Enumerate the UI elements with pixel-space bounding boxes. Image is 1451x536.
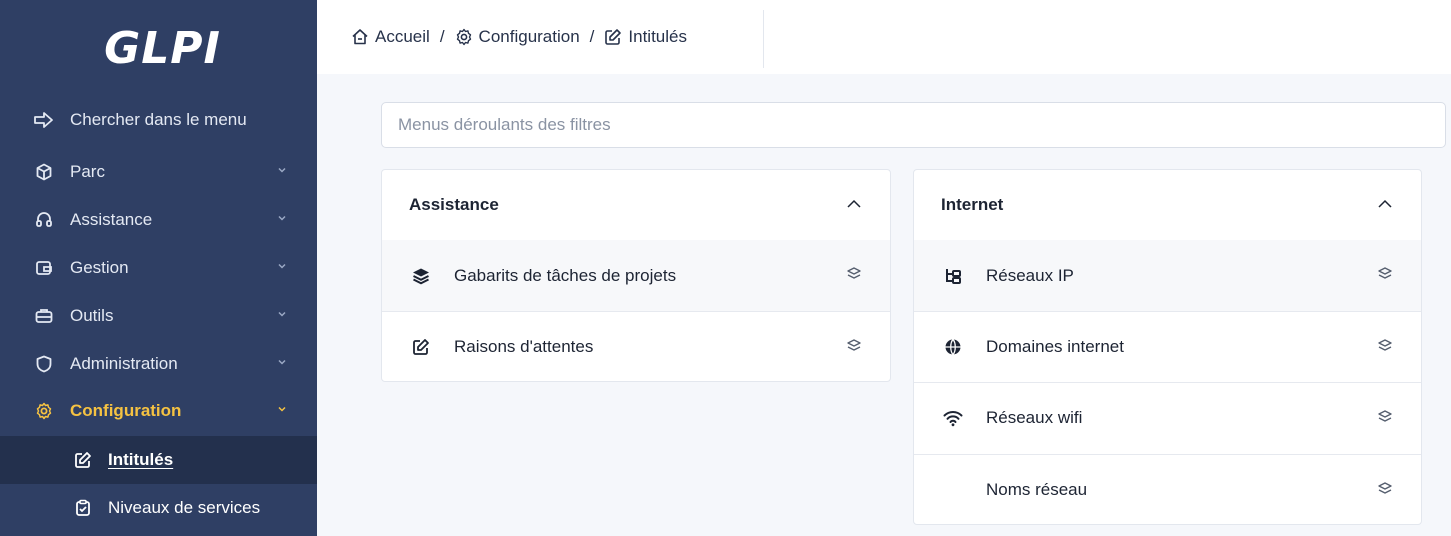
breadcrumb: Accueil / Configuration / Intitulés (351, 25, 687, 49)
blank-icon (942, 479, 964, 501)
sidebar-subitem-label: Niveaux de services (108, 498, 261, 517)
sidebar-item-parc[interactable]: Parc (0, 150, 317, 194)
card-header[interactable]: Assistance (382, 170, 890, 240)
chevron-down-icon (278, 311, 286, 317)
sidebar-item-label: Administration (70, 354, 178, 373)
breadcrumb-separator: / (439, 27, 445, 46)
topbar-divider (763, 10, 764, 68)
layers-icon[interactable] (1377, 409, 1393, 425)
chevron-up-icon[interactable] (1377, 198, 1393, 210)
chevron-down-icon (278, 406, 286, 412)
list-item-label: Réseaux wifi (986, 408, 1083, 427)
sidebar-subitem-intitules[interactable]: Intitulés (0, 436, 317, 484)
list-item-label: Domaines internet (986, 337, 1124, 356)
sidebar-item-assistance[interactable]: Assistance (0, 198, 317, 242)
sidebar-search-label: Chercher dans le menu (70, 110, 247, 129)
sidebar: GLPI Chercher dans le menu Parc Assistan… (0, 0, 317, 536)
edit-icon (72, 449, 94, 471)
arrow-right-icon (33, 109, 55, 131)
clipboard-check-icon (72, 497, 94, 519)
wallet-icon (33, 257, 55, 279)
layers-icon[interactable] (846, 338, 862, 354)
layers-stack-icon (410, 265, 432, 287)
sidebar-item-label: Configuration (70, 401, 182, 420)
breadcrumb-home-label: Accueil (375, 27, 430, 46)
chevron-down-icon (278, 167, 286, 173)
breadcrumb-configuration[interactable]: Configuration (455, 27, 580, 47)
chevron-down-icon (278, 359, 286, 365)
edit-icon (410, 336, 432, 358)
breadcrumb-current[interactable]: Intitulés (604, 27, 687, 47)
card-header[interactable]: Internet (914, 170, 1421, 240)
chevron-down-icon (278, 263, 286, 269)
home-icon (352, 29, 368, 45)
card-title: Internet (941, 195, 1004, 214)
breadcrumb-separator: / (589, 27, 595, 46)
sidebar-item-label: Outils (70, 306, 114, 325)
list-item-reseaux-ip[interactable]: Réseaux IP (914, 240, 1421, 311)
sidebar-item-label: Assistance (70, 210, 153, 229)
network-tree-icon (942, 265, 964, 287)
glpi-logo[interactable]: GLPI (0, 0, 317, 96)
shield-icon (33, 353, 55, 375)
sidebar-search-menu[interactable]: Chercher dans le menu (0, 98, 317, 142)
sidebar-item-label: Gestion (70, 258, 129, 277)
headset-icon (33, 209, 55, 231)
list-item-label: Réseaux IP (986, 265, 1074, 285)
list-item-label: Raisons d'attentes (454, 337, 594, 356)
list-item-reseaux-wifi[interactable]: Réseaux wifi (914, 382, 1421, 453)
list-item-label: Gabarits de tâches de projets (454, 265, 677, 285)
card-assistance: Assistance Gabarits de tâches de projets… (381, 169, 891, 382)
globe-icon (942, 336, 964, 358)
card-internet: Internet Réseaux IP Domaines internet Ré… (913, 169, 1422, 525)
chevron-up-icon[interactable] (846, 198, 862, 210)
sidebar-subitem-niveaux-de-services[interactable]: Niveaux de services (0, 484, 317, 532)
breadcrumb-home[interactable]: Accueil (351, 27, 430, 47)
list-item-domaines-internet[interactable]: Domaines internet (914, 311, 1421, 382)
card-title: Assistance (409, 195, 499, 214)
briefcase-icon (33, 305, 55, 327)
top-bar: Accueil / Configuration / Intitulés (317, 0, 1451, 74)
wifi-icon (942, 407, 964, 429)
list-item-raisons-attentes[interactable]: Raisons d'attentes (382, 311, 890, 382)
sidebar-subitem-label: Intitulés (108, 450, 174, 469)
layers-icon[interactable] (846, 266, 862, 282)
list-item-gabarits-taches[interactable]: Gabarits de tâches de projets (382, 240, 890, 311)
layers-icon[interactable] (1377, 266, 1393, 282)
gear-icon (456, 28, 471, 46)
layers-icon[interactable] (1377, 338, 1393, 354)
gear-icon (33, 400, 55, 422)
breadcrumb-current-label: Intitulés (628, 27, 687, 46)
edit-icon (605, 29, 622, 45)
sidebar-item-gestion[interactable]: Gestion (0, 246, 317, 290)
sidebar-item-administration[interactable]: Administration (0, 342, 317, 386)
list-item-noms-reseau[interactable]: Noms réseau (914, 454, 1421, 525)
filter-dropdowns-input[interactable] (381, 102, 1446, 148)
box-icon (33, 161, 55, 183)
sidebar-item-configuration[interactable]: Configuration (0, 389, 317, 433)
breadcrumb-configuration-label: Configuration (478, 27, 580, 46)
sidebar-item-outils[interactable]: Outils (0, 294, 317, 338)
list-item-label: Noms réseau (986, 480, 1088, 499)
layers-icon[interactable] (1377, 481, 1393, 497)
sidebar-item-label: Parc (70, 162, 105, 181)
chevron-down-icon (278, 215, 286, 221)
